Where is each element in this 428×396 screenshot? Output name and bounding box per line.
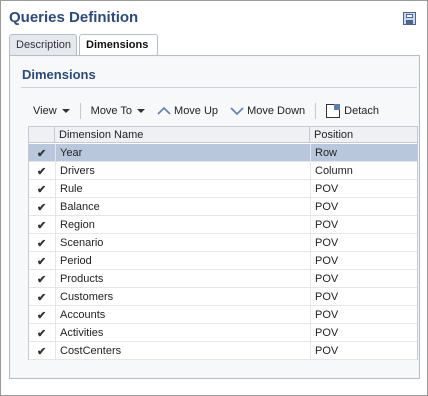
move-up-button[interactable]: Move Up bbox=[151, 100, 224, 122]
position-cell: POV bbox=[310, 216, 417, 234]
save-icon[interactable] bbox=[403, 12, 416, 25]
save-icon-label-area bbox=[406, 14, 413, 18]
position-cell: Row bbox=[310, 144, 417, 162]
view-label: View bbox=[33, 105, 57, 117]
move-to-menu-button[interactable]: Move To bbox=[85, 100, 151, 122]
header-dimension-name[interactable]: Dimension Name bbox=[55, 127, 310, 143]
position-cell: POV bbox=[310, 324, 417, 342]
checkmark-glyph: ✔ bbox=[37, 184, 47, 196]
dimension-name-cell: Customers bbox=[55, 288, 310, 306]
dimensions-panel: Dimensions View Move To Move Up Move Dow… bbox=[9, 55, 420, 379]
checkmark-glyph: ✔ bbox=[37, 274, 47, 286]
dimension-name-cell: Region bbox=[55, 216, 310, 234]
dimension-name-cell: Accounts bbox=[55, 306, 310, 324]
checkmark-icon[interactable]: ✔ bbox=[29, 234, 55, 252]
position-cell: POV bbox=[310, 306, 417, 324]
dimension-name-cell: Year bbox=[55, 144, 310, 162]
position-cell: POV bbox=[310, 252, 417, 270]
position-cell: POV bbox=[310, 234, 417, 252]
checkmark-glyph: ✔ bbox=[37, 166, 47, 178]
move-up-label: Move Up bbox=[174, 105, 219, 117]
chevron-down-icon bbox=[61, 109, 70, 113]
toolbar-separator bbox=[79, 103, 81, 119]
table-row[interactable]: ✔ Customers POV bbox=[29, 288, 417, 306]
checkmark-icon[interactable]: ✔ bbox=[29, 288, 55, 306]
dimension-name-cell: Period bbox=[55, 252, 310, 270]
checkmark-icon[interactable]: ✔ bbox=[29, 144, 55, 162]
arrow-up-icon bbox=[157, 106, 171, 115]
position-cell: Column bbox=[310, 162, 417, 180]
dimension-name-cell: Rule bbox=[55, 180, 310, 198]
checkmark-glyph: ✔ bbox=[37, 148, 47, 160]
detach-button[interactable]: Detach bbox=[320, 100, 385, 122]
table-row[interactable]: ✔ Period POV bbox=[29, 252, 417, 270]
dimension-name-cell: Products bbox=[55, 270, 310, 288]
checkmark-icon[interactable]: ✔ bbox=[29, 216, 55, 234]
section-divider bbox=[21, 87, 417, 88]
tab-dimensions[interactable]: Dimensions bbox=[79, 34, 158, 56]
checkmark-glyph: ✔ bbox=[37, 220, 47, 232]
table-row[interactable]: ✔ Rule POV bbox=[29, 180, 417, 198]
detach-label: Detach bbox=[344, 105, 379, 117]
tab-description[interactable]: Description bbox=[9, 34, 77, 55]
move-down-label: Move Down bbox=[247, 105, 306, 117]
dimension-name-cell: Activities bbox=[55, 324, 310, 342]
table-row[interactable]: ✔ Scenario POV bbox=[29, 234, 417, 252]
checkmark-glyph: ✔ bbox=[37, 346, 47, 358]
checkmark-glyph: ✔ bbox=[37, 238, 47, 250]
table-row[interactable]: ✔ Drivers Column bbox=[29, 162, 417, 180]
save-icon-shutter bbox=[406, 20, 413, 24]
checkmark-glyph: ✔ bbox=[37, 202, 47, 214]
toolbar: View Move To Move Up Move Down Detach bbox=[27, 100, 419, 122]
position-cell: POV bbox=[310, 288, 417, 306]
dimension-name-cell: Scenario bbox=[55, 234, 310, 252]
checkmark-glyph: ✔ bbox=[37, 310, 47, 322]
queries-definition-window: Queries Definition Description Dimension… bbox=[0, 0, 428, 396]
checkmark-icon[interactable]: ✔ bbox=[29, 198, 55, 216]
checkmark-glyph: ✔ bbox=[37, 292, 47, 304]
checkmark-icon[interactable]: ✔ bbox=[29, 162, 55, 180]
view-menu-button[interactable]: View bbox=[27, 100, 76, 122]
header-check-column bbox=[29, 127, 55, 143]
window-title: Queries Definition bbox=[9, 9, 139, 26]
table-body: ✔ Year Row ✔ Drivers Column ✔ Rule POV ✔ Balance PO… bbox=[29, 144, 417, 360]
table-row[interactable]: ✔ Year Row bbox=[29, 144, 417, 162]
toolbar-separator bbox=[315, 103, 317, 119]
dimension-name-cell: CostCenters bbox=[55, 342, 310, 360]
checkmark-icon[interactable]: ✔ bbox=[29, 324, 55, 342]
checkmark-glyph: ✔ bbox=[37, 256, 47, 268]
dimensions-table: Dimension Name Position ✔ Year Row ✔ Drivers… bbox=[28, 126, 418, 360]
table-header: Dimension Name Position bbox=[29, 127, 417, 143]
panel-body: Dimensions View Move To Move Up Move Dow… bbox=[11, 57, 418, 377]
table-row[interactable]: ✔ Activities POV bbox=[29, 324, 417, 342]
checkmark-icon[interactable]: ✔ bbox=[29, 342, 55, 360]
checkmark-icon[interactable]: ✔ bbox=[29, 180, 55, 198]
header-position[interactable]: Position bbox=[310, 127, 417, 143]
position-cell: POV bbox=[310, 198, 417, 216]
checkmark-icon[interactable]: ✔ bbox=[29, 252, 55, 270]
table-row[interactable]: ✔ Products POV bbox=[29, 270, 417, 288]
checkmark-icon[interactable]: ✔ bbox=[29, 306, 55, 324]
section-title: Dimensions bbox=[22, 67, 96, 82]
checkmark-icon[interactable]: ✔ bbox=[29, 270, 55, 288]
position-cell: POV bbox=[310, 180, 417, 198]
move-down-button[interactable]: Move Down bbox=[224, 100, 311, 122]
table-row[interactable]: ✔ Balance POV bbox=[29, 198, 417, 216]
chevron-down-icon bbox=[137, 109, 146, 113]
arrow-down-icon bbox=[230, 107, 244, 116]
checkmark-glyph: ✔ bbox=[37, 328, 47, 340]
table-row[interactable]: ✔ Region POV bbox=[29, 216, 417, 234]
move-to-label: Move To bbox=[90, 105, 133, 117]
position-cell: POV bbox=[310, 342, 417, 360]
position-cell: POV bbox=[310, 270, 417, 288]
dimension-name-cell: Balance bbox=[55, 198, 310, 216]
detach-icon bbox=[326, 104, 341, 118]
table-row[interactable]: ✔ CostCenters POV bbox=[29, 342, 417, 360]
dimension-name-cell: Drivers bbox=[55, 162, 310, 180]
table-row[interactable]: ✔ Accounts POV bbox=[29, 306, 417, 324]
